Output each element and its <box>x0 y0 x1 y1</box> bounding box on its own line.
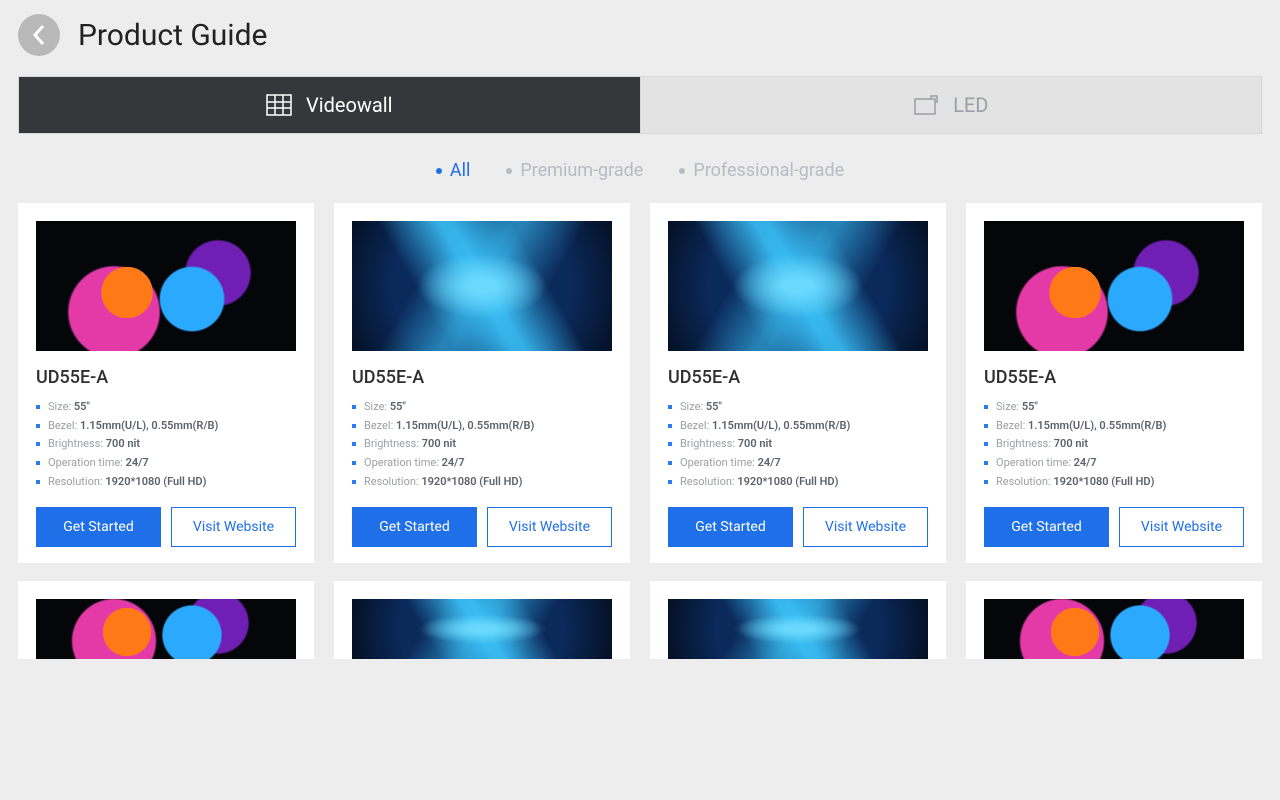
visit-website-button[interactable]: Visit Website <box>171 507 296 547</box>
spec-size: Size55" <box>668 398 928 417</box>
spec-bezel: Bezel1.15mm(U/L), 0.55mm(R/B) <box>352 417 612 436</box>
product-name: UD55E-A <box>36 367 296 388</box>
spec-bezel: Bezel1.15mm(U/L), 0.55mm(R/B) <box>668 417 928 436</box>
spec-bezel: Bezel1.15mm(U/L), 0.55mm(R/B) <box>36 417 296 436</box>
get-started-button[interactable]: Get Started <box>352 507 477 547</box>
back-button[interactable] <box>18 14 60 56</box>
product-card[interactable] <box>650 581 946 659</box>
spec-operation: Operation time24/7 <box>36 454 296 473</box>
spec-bezel: Bezel1.15mm(U/L), 0.55mm(R/B) <box>984 417 1244 436</box>
product-grid-row2 <box>0 581 1280 677</box>
product-card[interactable] <box>18 581 314 659</box>
spec-resolution: Resolution1920*1080 (Full HD) <box>984 473 1244 492</box>
grid-icon <box>266 94 292 116</box>
spec-list: Size55" Bezel1.15mm(U/L), 0.55mm(R/B) Br… <box>984 398 1244 491</box>
spec-size: Size55" <box>984 398 1244 417</box>
product-name: UD55E-A <box>668 367 928 388</box>
get-started-button[interactable]: Get Started <box>668 507 793 547</box>
bullet-icon <box>436 168 442 174</box>
product-card[interactable]: UD55E-A Size55" Bezel1.15mm(U/L), 0.55mm… <box>966 203 1262 563</box>
spec-brightness: Brightness700 nit <box>352 435 612 454</box>
spec-operation: Operation time24/7 <box>984 454 1244 473</box>
spec-brightness: Brightness700 nit <box>984 435 1244 454</box>
filter-label: All <box>450 160 471 181</box>
spec-list: Size55" Bezel1.15mm(U/L), 0.55mm(R/B) Br… <box>36 398 296 491</box>
product-grid: UD55E-A Size55" Bezel1.15mm(U/L), 0.55mm… <box>0 203 1280 581</box>
bullet-icon <box>506 168 512 174</box>
tab-label: Videowall <box>306 93 393 117</box>
bullet-icon <box>679 168 685 174</box>
product-thumbnail <box>984 599 1244 659</box>
product-card[interactable] <box>966 581 1262 659</box>
tab-label: LED <box>953 93 988 117</box>
card-actions: Get Started Visit Website <box>668 507 928 547</box>
product-thumbnail <box>984 221 1244 351</box>
product-card[interactable]: UD55E-A Size55" Bezel1.15mm(U/L), 0.55mm… <box>334 203 630 563</box>
get-started-button[interactable]: Get Started <box>984 507 1109 547</box>
spec-brightness: Brightness700 nit <box>36 435 296 454</box>
chevron-left-icon <box>32 24 46 46</box>
filter-label: Professional-grade <box>693 160 844 181</box>
spec-resolution: Resolution1920*1080 (Full HD) <box>352 473 612 492</box>
category-tabs: Videowall LED <box>18 76 1262 134</box>
spec-brightness: Brightness700 nit <box>668 435 928 454</box>
card-actions: Get Started Visit Website <box>36 507 296 547</box>
tab-videowall[interactable]: Videowall <box>19 77 640 133</box>
spec-size: Size55" <box>36 398 296 417</box>
get-started-button[interactable]: Get Started <box>36 507 161 547</box>
product-card[interactable]: UD55E-A Size55" Bezel1.15mm(U/L), 0.55mm… <box>18 203 314 563</box>
filter-professional[interactable]: Professional-grade <box>679 160 844 181</box>
product-thumbnail <box>352 599 612 659</box>
filter-row: All Premium-grade Professional-grade <box>0 134 1280 203</box>
filter-all[interactable]: All <box>436 160 471 181</box>
spec-resolution: Resolution1920*1080 (Full HD) <box>668 473 928 492</box>
visit-website-button[interactable]: Visit Website <box>1119 507 1244 547</box>
visit-website-button[interactable]: Visit Website <box>803 507 928 547</box>
header: Product Guide <box>0 0 1280 76</box>
card-actions: Get Started Visit Website <box>984 507 1244 547</box>
product-thumbnail <box>36 221 296 351</box>
product-card[interactable]: UD55E-A Size55" Bezel1.15mm(U/L), 0.55mm… <box>650 203 946 563</box>
filter-premium[interactable]: Premium-grade <box>506 160 643 181</box>
filter-label: Premium-grade <box>520 160 643 181</box>
spec-operation: Operation time24/7 <box>352 454 612 473</box>
tab-led[interactable]: LED <box>640 77 1262 133</box>
product-thumbnail <box>668 221 928 351</box>
card-actions: Get Started Visit Website <box>352 507 612 547</box>
product-name: UD55E-A <box>984 367 1244 388</box>
spec-list: Size55" Bezel1.15mm(U/L), 0.55mm(R/B) Br… <box>668 398 928 491</box>
spec-resolution: Resolution1920*1080 (Full HD) <box>36 473 296 492</box>
visit-website-button[interactable]: Visit Website <box>487 507 612 547</box>
product-thumbnail <box>352 221 612 351</box>
spec-size: Size55" <box>352 398 612 417</box>
spec-list: Size55" Bezel1.15mm(U/L), 0.55mm(R/B) Br… <box>352 398 612 491</box>
product-thumbnail <box>36 599 296 659</box>
page-title: Product Guide <box>78 18 267 53</box>
product-card[interactable] <box>334 581 630 659</box>
product-name: UD55E-A <box>352 367 612 388</box>
product-thumbnail <box>668 599 928 659</box>
led-icon <box>913 94 939 116</box>
spec-operation: Operation time24/7 <box>668 454 928 473</box>
